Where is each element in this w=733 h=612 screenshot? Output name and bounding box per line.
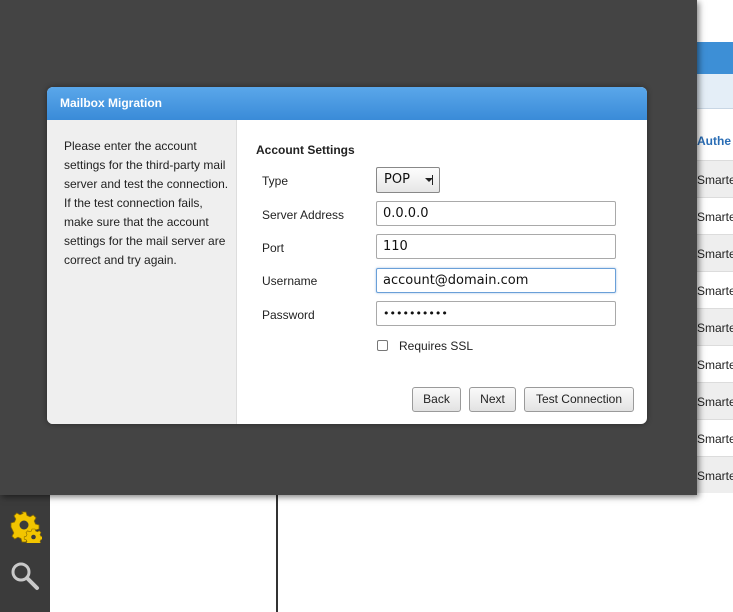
type-label: Type: [262, 174, 289, 188]
requires-ssl-label[interactable]: Requires SSL: [399, 339, 473, 353]
port-label: Port: [262, 241, 285, 255]
next-button[interactable]: Next: [469, 387, 516, 412]
server-address-input[interactable]: 0.0.0.0: [376, 201, 616, 226]
background-table: Smarte Smarte Smarte Smarte Smarte Smart…: [696, 160, 733, 493]
password-input[interactable]: ••••••••••: [376, 301, 616, 326]
mailbox-migration-dialog: Mailbox Migration Please enter the accou…: [47, 87, 647, 424]
background-column-header[interactable]: Authe: [697, 134, 731, 148]
username-label: Username: [262, 274, 318, 288]
help-text: Please enter the account settings for th…: [64, 139, 229, 267]
section-title: Account Settings: [256, 143, 355, 157]
table-row[interactable]: Smarte: [696, 197, 733, 234]
dropdown-arrow-icon: [425, 175, 433, 185]
requires-ssl-checkbox[interactable]: [377, 340, 388, 351]
type-select[interactable]: POP: [376, 167, 440, 193]
password-label: Password: [262, 308, 315, 322]
table-row[interactable]: Smarte: [696, 419, 733, 456]
type-select-value: POP: [384, 172, 410, 187]
port-input[interactable]: 110: [376, 234, 616, 259]
account-settings-form: Account Settings Type POP Server Address…: [237, 120, 647, 424]
username-input[interactable]: account@domain.com: [376, 268, 616, 293]
table-row[interactable]: Smarte: [696, 160, 733, 197]
dialog-help-panel: Please enter the account settings for th…: [47, 120, 237, 424]
table-row[interactable]: Smarte: [696, 234, 733, 271]
table-row[interactable]: Smarte: [696, 456, 733, 493]
table-row[interactable]: Smarte: [696, 345, 733, 382]
background-header: [696, 42, 733, 74]
gear-icon[interactable]: [8, 509, 42, 543]
search-icon[interactable]: [8, 559, 40, 591]
left-toolbar: [0, 495, 50, 612]
back-button[interactable]: Back: [412, 387, 461, 412]
table-row[interactable]: Smarte: [696, 271, 733, 308]
table-row[interactable]: Smarte: [696, 308, 733, 345]
background-subheader: [696, 74, 733, 109]
pane-divider[interactable]: [276, 495, 278, 612]
test-connection-button[interactable]: Test Connection: [524, 387, 634, 412]
table-row[interactable]: Smarte: [696, 382, 733, 419]
dialog-title: Mailbox Migration: [47, 87, 647, 120]
server-address-label: Server Address: [262, 208, 345, 222]
